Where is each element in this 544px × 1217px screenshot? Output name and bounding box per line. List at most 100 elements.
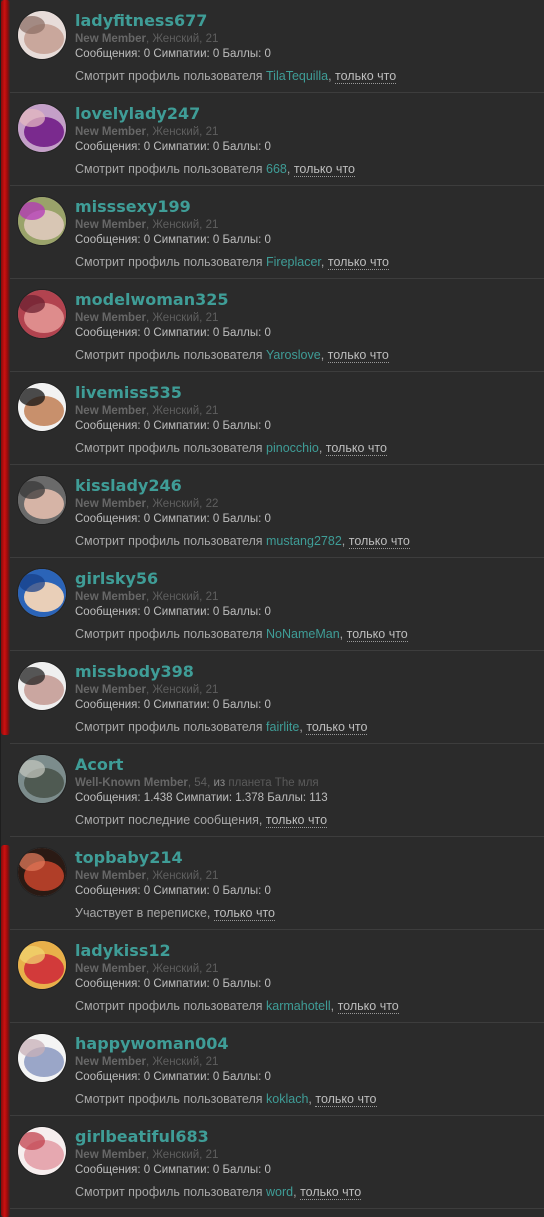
member-meta: New Member, Женский, 21: [75, 125, 538, 140]
member-username-link[interactable]: girlbeatiful683: [75, 1127, 538, 1148]
activity-time[interactable]: только что: [306, 720, 368, 735]
member-avatar[interactable]: [18, 941, 66, 989]
activity-action: Смотрит профиль пользователя: [75, 255, 263, 269]
member-details: Женский, 21: [152, 126, 219, 138]
activity-time[interactable]: только что: [213, 906, 276, 921]
member-meta: New Member, Женский, 21: [75, 218, 538, 233]
member-details: Женский, 21: [152, 33, 219, 45]
member-activity: Смотрит профиль пользователя NoNameMan, …: [75, 626, 538, 642]
avatar-image: [18, 941, 66, 989]
activity-target-link[interactable]: word: [266, 1185, 293, 1199]
red-stripe-top: [1, 0, 10, 735]
member-item: Acort Well-Known Member, 54, из планета …: [10, 744, 544, 837]
member-avatar[interactable]: [18, 104, 66, 152]
member-avatar[interactable]: [18, 197, 66, 245]
activity-time[interactable]: только что: [315, 1092, 377, 1107]
member-username-link[interactable]: girlsky56: [75, 569, 538, 590]
red-stripe-bottom: [1, 845, 10, 1217]
activity-target-link[interactable]: koklach: [266, 1092, 308, 1106]
member-meta: New Member, Женский, 22: [75, 497, 538, 512]
activity-action: Смотрит профиль пользователя: [75, 441, 263, 455]
member-username-link[interactable]: happywoman004: [75, 1034, 538, 1055]
member-title: New Member: [75, 33, 146, 45]
member-avatar[interactable]: [18, 11, 66, 59]
member-title: New Member: [75, 219, 146, 231]
activity-time[interactable]: только что: [325, 441, 387, 456]
activity-target-link[interactable]: pinocchio: [266, 441, 319, 455]
member-stats: Сообщения: 0 Симпатии: 0 Баллы: 0: [75, 978, 271, 990]
activity-action: Смотрит профиль пользователя: [75, 69, 263, 83]
activity-time[interactable]: только что: [337, 999, 399, 1014]
member-avatar[interactable]: [18, 1034, 66, 1082]
activity-target-link[interactable]: mustang2782: [266, 534, 342, 548]
member-meta: New Member, Женский, 21: [75, 311, 538, 326]
activity-target-link[interactable]: Yaroslove: [266, 348, 321, 362]
member-avatar[interactable]: [18, 755, 66, 803]
activity-action: Смотрит профиль пользователя: [75, 1185, 263, 1199]
activity-action: Смотрит профиль пользователя: [75, 348, 263, 362]
activity-action: Смотрит профиль пользователя: [75, 1092, 263, 1106]
activity-action: Смотрит профиль пользователя: [75, 627, 263, 641]
member-avatar[interactable]: [18, 476, 66, 524]
member-username-link[interactable]: topbaby214: [75, 848, 538, 869]
activity-target-link[interactable]: karmahotell: [266, 999, 331, 1013]
activity-target-link[interactable]: Fireplacer: [266, 255, 321, 269]
member-meta: Well-Known Member, 54, из планета The мл…: [75, 776, 538, 791]
member-stats: Сообщения: 0 Симпатии: 0 Баллы: 0: [75, 48, 271, 60]
activity-time[interactable]: только что: [293, 162, 355, 177]
activity-time[interactable]: только что: [300, 1185, 362, 1200]
member-stats: Сообщения: 0 Симпатии: 0 Баллы: 0: [75, 234, 271, 246]
activity-time[interactable]: только что: [346, 627, 408, 642]
activity-target-link[interactable]: TilaTequilla: [266, 69, 328, 83]
activity-target-link[interactable]: NoNameMan: [266, 627, 340, 641]
member-details: Женский, 21: [152, 312, 219, 324]
activity-time[interactable]: только что: [335, 69, 397, 84]
activity-target-link[interactable]: 668: [266, 162, 287, 176]
member-item: lovelylady247 New Member, Женский, 21 Со…: [10, 93, 544, 186]
activity-comma: ,: [286, 162, 294, 176]
member-username-link[interactable]: livemiss535: [75, 383, 538, 404]
member-username-link[interactable]: misssexy199: [75, 197, 538, 218]
member-meta: New Member, Женский, 21: [75, 683, 538, 698]
member-username-link[interactable]: lovelylady247: [75, 104, 538, 125]
member-details: Женский, 21: [152, 591, 219, 603]
avatar-image: [18, 290, 66, 338]
activity-comma: ,: [330, 999, 338, 1013]
avatar-image: [18, 476, 66, 524]
member-info: ladykiss12 New Member, Женский, 21 Сообщ…: [75, 941, 538, 1014]
activity-time[interactable]: только что: [348, 534, 410, 549]
member-info: topbaby214 New Member, Женский, 21 Сообщ…: [75, 848, 538, 921]
member-avatar[interactable]: [18, 848, 66, 896]
avatar-image: [18, 383, 66, 431]
member-title: New Member: [75, 498, 146, 510]
member-stats: Сообщения: 0 Симпатии: 0 Баллы: 0: [75, 1164, 271, 1176]
member-activity: Смотрит профиль пользователя TilaTequill…: [75, 68, 538, 84]
member-info: missbody398 New Member, Женский, 21 Сооб…: [75, 662, 538, 735]
member-item: misssexy199 New Member, Женский, 21 Сооб…: [10, 186, 544, 279]
member-username-link[interactable]: modelwoman325: [75, 290, 538, 311]
member-avatar[interactable]: [18, 383, 66, 431]
member-title: New Member: [75, 126, 146, 138]
member-location[interactable]: планета The мля: [228, 777, 318, 789]
member-details: Женский, 21: [152, 1056, 219, 1068]
member-avatar[interactable]: [18, 290, 66, 338]
member-item: ladyfitness677 New Member, Женский, 21 С…: [10, 0, 544, 93]
activity-time[interactable]: только что: [327, 348, 389, 363]
member-username-link[interactable]: missbody398: [75, 662, 538, 683]
member-avatar[interactable]: [18, 1127, 66, 1175]
member-info: misssexy199 New Member, Женский, 21 Сооб…: [75, 197, 538, 270]
member-activity: Смотрит профиль пользователя 668, только…: [75, 161, 538, 177]
activity-action: Смотрит профиль пользователя: [75, 162, 263, 176]
member-activity: Смотрит профиль пользователя karmahotell…: [75, 998, 538, 1014]
activity-time[interactable]: только что: [327, 255, 390, 270]
member-username-link[interactable]: ladykiss12: [75, 941, 538, 962]
member-avatar[interactable]: [18, 569, 66, 617]
member-info: ladyfitness677 New Member, Женский, 21 С…: [75, 11, 538, 84]
member-avatar[interactable]: [18, 662, 66, 710]
activity-target-link[interactable]: fairlite: [266, 720, 299, 734]
member-username-link[interactable]: Acort: [75, 755, 538, 776]
activity-time[interactable]: только что: [265, 813, 328, 828]
member-activity: Смотрит профиль пользователя koklach, то…: [75, 1091, 538, 1107]
member-username-link[interactable]: ladyfitness677: [75, 11, 538, 32]
member-username-link[interactable]: kisslady246: [75, 476, 538, 497]
